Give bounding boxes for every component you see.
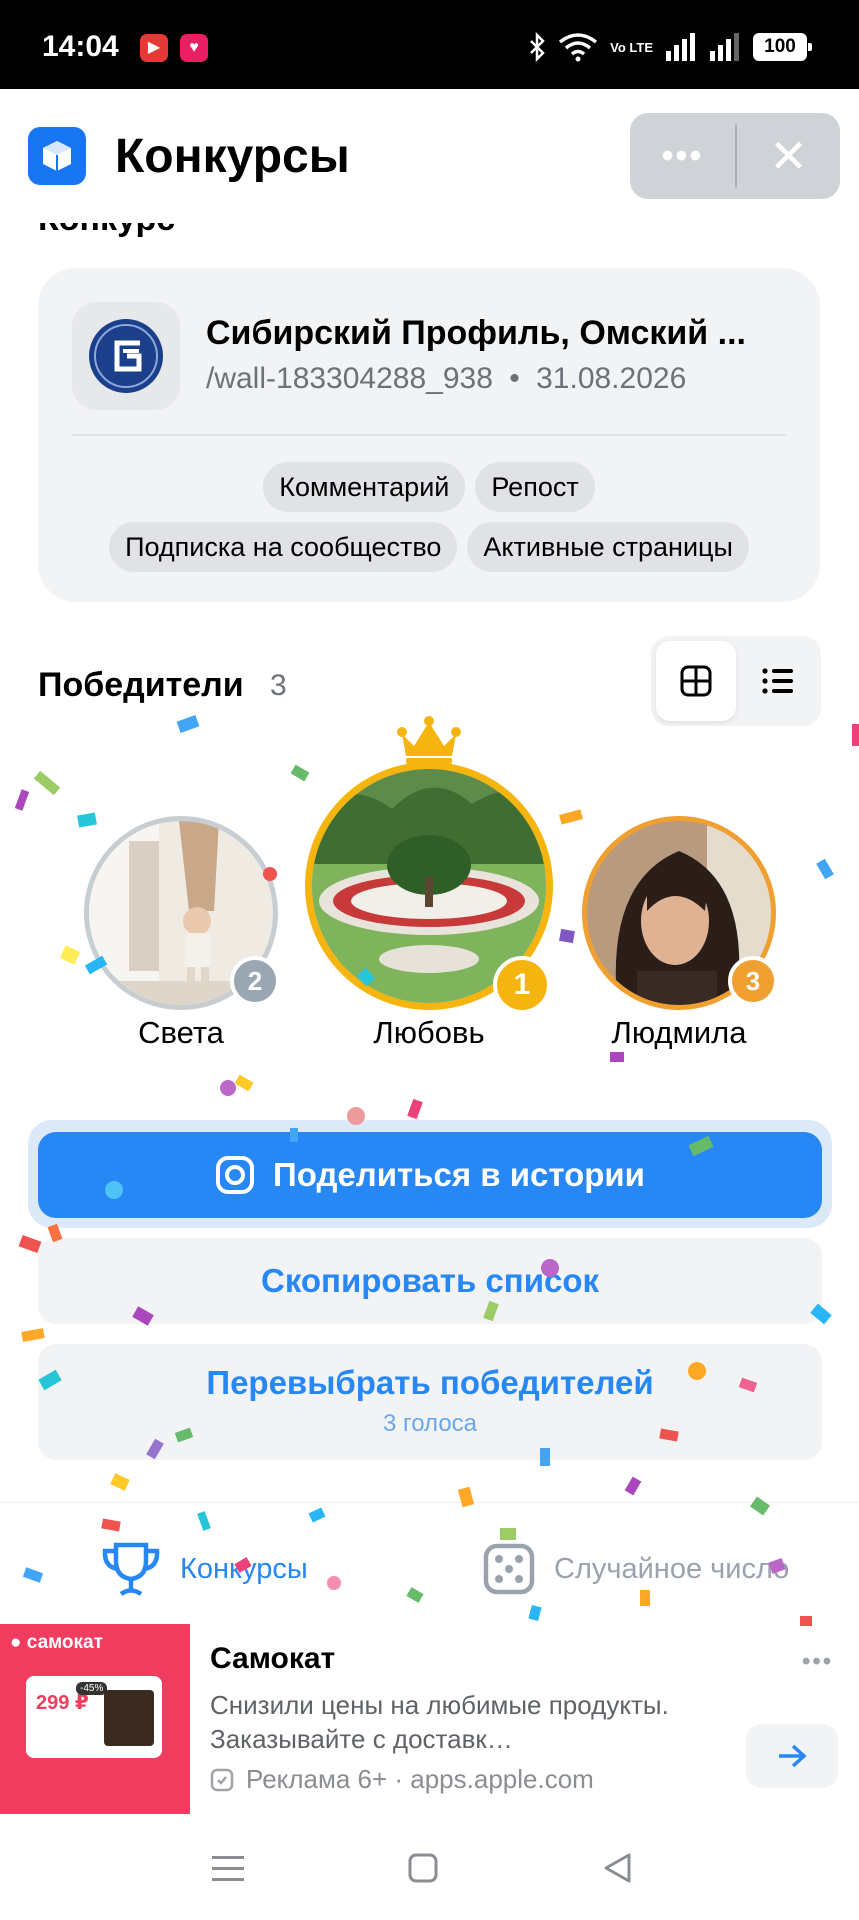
winner-avatar-1[interactable]: 1 — [305, 762, 553, 1014]
ad-source: Реклама 6+ · apps.apple.com — [210, 1764, 594, 1795]
crown-icon — [397, 716, 461, 764]
wifi-icon — [559, 33, 598, 62]
group-logo-icon — [89, 319, 163, 393]
menu-nav-icon[interactable] — [212, 1854, 244, 1884]
grid-icon — [680, 665, 712, 697]
tab-contests[interactable]: Конкурсы — [100, 1539, 308, 1599]
reroll-votes-caption: 3 голоса — [382, 1410, 478, 1437]
post-path: /wall-183304288_938 — [206, 362, 493, 395]
contest-card[interactable]: Сибирский Профиль, Омский ... /wall-1833… — [38, 268, 820, 602]
arrow-right-icon — [779, 1744, 807, 1768]
signal-icon — [666, 33, 695, 61]
condition-chips-row-2: Подписка на сообщество Активные страницы — [38, 522, 820, 572]
tab-random-number-label: Случайное число — [554, 1552, 790, 1585]
share-to-story-button[interactable]: Поделиться в истории — [38, 1132, 822, 1218]
tab-bar: Конкурсы Случайное число — [0, 1502, 859, 1622]
condition-chip-active-pages: Активные страницы — [467, 522, 749, 572]
reroll-winners-button[interactable]: Перевыбрать победителей 3 голоса — [38, 1344, 822, 1460]
ad-open-button[interactable] — [746, 1724, 838, 1788]
reroll-button-label: Перевыбрать победителей — [206, 1364, 654, 1401]
winner-name-2: Света — [138, 1015, 224, 1050]
app-header: Конкурсы ••• ✕ — [0, 89, 859, 223]
video-app-icon: ▶ — [140, 34, 168, 62]
rank-badge-2: 2 — [230, 956, 280, 1006]
system-navigation-bar — [0, 1814, 859, 1920]
battery-indicator: 100 — [753, 33, 812, 61]
post-meta: /wall-183304288_938 • 31.08.2026 — [206, 362, 686, 396]
ad-info-icon — [210, 1768, 234, 1791]
ad-title: Самокат — [210, 1642, 336, 1675]
ad-product-image — [104, 1690, 154, 1746]
condition-chips-row-1: Комментарий Репост — [38, 462, 820, 512]
ad-source-text: Реклама 6+ · apps.apple.com — [246, 1764, 594, 1794]
close-icon[interactable]: ✕ — [737, 113, 840, 199]
back-nav-icon[interactable] — [602, 1852, 632, 1884]
notification-app-icon: ♥ — [180, 34, 208, 62]
volte-label: Vo LTE — [610, 39, 653, 55]
winner-name-3: Людмила — [611, 1015, 747, 1050]
ad-image: ● самокат 299 ₽ -45% — [0, 1624, 190, 1814]
winner-avatar-2[interactable]: 2 — [84, 816, 280, 1010]
ad-text: Снизили цены на любимые продукты. Заказы… — [210, 1690, 669, 1754]
status-bar: 14:04 ▶ ♥ Vo LTE 100 — [0, 0, 859, 89]
card-divider — [72, 434, 786, 436]
home-nav-icon[interactable] — [408, 1852, 438, 1884]
group-name: Сибирский Профиль, Омский ... — [206, 314, 746, 352]
ad-discount: -45% — [76, 1682, 108, 1695]
condition-chip-subscribe: Подписка на сообщество — [109, 522, 458, 572]
dice-icon — [483, 1543, 535, 1595]
rank-badge-3: 3 — [728, 956, 778, 1006]
more-horizontal-icon[interactable]: ••• — [630, 113, 735, 199]
app-logo-icon — [28, 127, 86, 185]
mini-app-capsule: ••• ✕ — [630, 113, 840, 199]
ad-brand-badge: ● самокат — [10, 1632, 103, 1653]
tab-random-number[interactable]: Случайное число — [482, 1539, 789, 1599]
condition-chip-comment: Комментарий — [263, 462, 466, 512]
winners-count: 3 — [270, 669, 287, 702]
tab-contests-label: Конкурсы — [180, 1552, 308, 1585]
post-date: 31.08.2026 — [536, 362, 687, 395]
status-icons: Vo LTE 100 — [528, 30, 812, 64]
ad-product-card: 299 ₽ -45% — [26, 1676, 162, 1758]
signal-icon-2 — [710, 33, 739, 61]
share-button-label: Поделиться в истории — [273, 1156, 645, 1193]
ad-banner[interactable]: ● самокат 299 ₽ -45% Самокат Снизили цен… — [0, 1624, 859, 1814]
grid-view-button[interactable] — [656, 641, 736, 721]
copy-list-button[interactable]: Скопировать список — [38, 1238, 822, 1324]
trophy-icon — [102, 1542, 160, 1596]
winners-title: Победители — [38, 666, 244, 704]
winner-name-1: Любовь — [373, 1015, 485, 1050]
rank-badge-1: 1 — [493, 956, 551, 1014]
view-toggle — [651, 636, 821, 726]
status-time: 14:04 — [42, 30, 119, 63]
instagram-icon — [216, 1156, 255, 1194]
group-avatar — [72, 302, 180, 410]
ad-more-icon[interactable]: ••• — [802, 1648, 833, 1676]
list-icon — [762, 668, 793, 694]
bluetooth-icon — [530, 32, 545, 62]
winner-avatar-3[interactable]: 3 — [582, 816, 778, 1010]
page-title: Конкурсы — [115, 130, 350, 183]
condition-chip-repost: Репост — [475, 462, 595, 512]
list-view-button[interactable] — [739, 641, 817, 721]
meta-separator: • — [509, 362, 520, 395]
